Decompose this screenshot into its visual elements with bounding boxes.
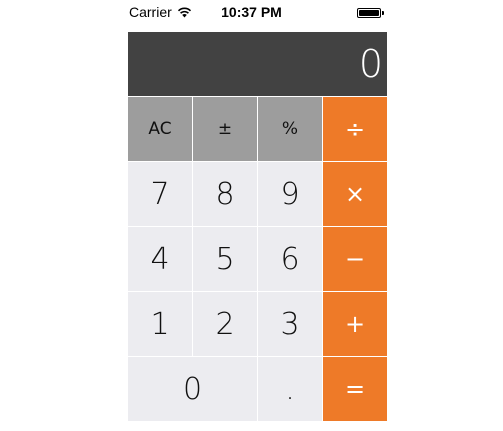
percent-button[interactable]: % [258,97,322,161]
equals-button[interactable]: = [323,357,387,421]
plus-minus-button[interactable]: ± [193,97,257,161]
digit-2-button[interactable]: 2 [193,292,257,356]
digit-1-button[interactable]: 1 [128,292,192,356]
digit-0-button[interactable]: 0 [128,357,257,421]
plus-button[interactable]: + [323,292,387,356]
status-bar: Carrier 10:37 PM [0,0,503,24]
decimal-button[interactable]: . [258,357,322,421]
divide-button[interactable]: ÷ [323,97,387,161]
status-time: 10:37 PM [221,4,282,20]
minus-button[interactable]: − [323,227,387,291]
digit-6-button[interactable]: 6 [258,227,322,291]
digit-8-button[interactable]: 8 [193,162,257,226]
battery-icon [357,8,384,18]
digit-9-button[interactable]: 9 [258,162,322,226]
digit-5-button[interactable]: 5 [193,227,257,291]
battery-level [359,10,379,16]
digit-7-button[interactable]: 7 [128,162,192,226]
digit-4-button[interactable]: 4 [128,227,192,291]
multiply-button[interactable]: × [323,162,387,226]
ac-button[interactable]: AC [128,97,192,161]
calculator: 0 AC ± % ÷ 7 8 9 × 4 5 6 − 1 2 3 + 0 . = [128,32,387,421]
result-display: 0 [128,32,387,96]
battery-tip [382,11,384,15]
digit-3-button[interactable]: 3 [258,292,322,356]
